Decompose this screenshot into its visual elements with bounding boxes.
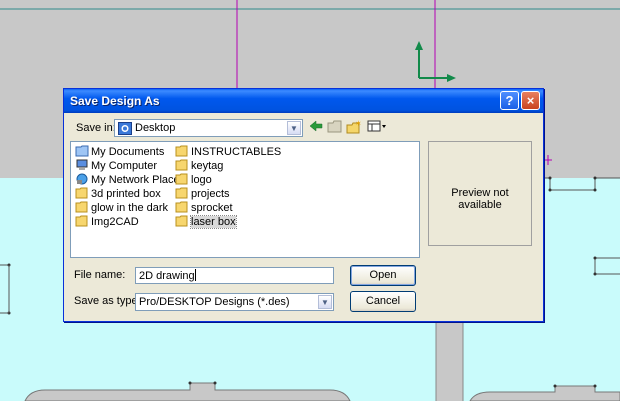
my-computer-icon — [76, 159, 88, 170]
file-name-input[interactable]: 2D drawing — [135, 267, 334, 284]
list-item-label: projects — [191, 188, 230, 200]
list-item[interactable]: sprocket — [175, 201, 233, 215]
cancel-button[interactable]: Cancel — [350, 291, 416, 312]
list-item-label: logo — [191, 174, 212, 186]
list-item[interactable]: glow in the dark — [75, 201, 168, 215]
up-folder-icon[interactable] — [326, 120, 344, 136]
folder-icon — [175, 145, 188, 157]
preview-text: Preview not available — [451, 187, 509, 211]
folder-icon — [75, 215, 88, 227]
list-item-label: My Network Places — [91, 174, 186, 186]
list-item[interactable]: Img2CAD — [75, 215, 139, 229]
list-item[interactable]: logo — [175, 173, 212, 187]
list-item-label: INSTRUCTABLES — [191, 146, 282, 158]
folder-icon — [75, 201, 88, 213]
new-folder-icon[interactable]: ✶ — [345, 119, 363, 136]
my-documents-icon — [75, 145, 89, 157]
list-item-label: keytag — [191, 160, 224, 172]
list-item-label: sprocket — [191, 202, 233, 214]
open-button[interactable]: Open — [350, 265, 416, 286]
save-in-value: Desktop — [135, 122, 176, 134]
list-item-label: 3d printed box — [91, 188, 161, 200]
preview-pane: Preview not available — [428, 141, 532, 246]
save-as-type-label: Save as type: — [74, 295, 141, 307]
list-item[interactable]: My Documents — [75, 145, 164, 159]
folder-icon — [175, 187, 188, 199]
dialog-title: Save Design As — [70, 94, 160, 108]
list-item-label: Img2CAD — [91, 216, 139, 228]
folder-icon — [75, 187, 88, 199]
save-as-type-value: Pro/DESKTOP Designs (*.des) — [139, 296, 290, 308]
folder-icon — [175, 159, 188, 171]
text-caret — [194, 269, 196, 281]
folder-icon — [175, 173, 188, 185]
save-in-label: Save in: — [76, 122, 116, 134]
list-item-label: laser box — [190, 215, 237, 229]
list-item[interactable]: INSTRUCTABLES — [175, 145, 281, 159]
file-name-value: 2D drawing — [139, 270, 195, 282]
list-item-label: glow in the dark — [91, 202, 169, 214]
list-item[interactable]: My Network Places — [75, 173, 185, 187]
folder-icon — [175, 215, 188, 227]
desktop-icon — [118, 122, 132, 138]
list-item[interactable]: projects — [175, 187, 230, 201]
chevron-down-icon[interactable]: ▼ — [318, 295, 332, 309]
help-button[interactable]: ? — [500, 91, 519, 110]
svg-text:✶: ✶ — [355, 120, 362, 128]
save-design-dialog: Save Design As ? × Save in: Desktop ▼ ✶ … — [63, 88, 544, 322]
back-arrow-icon[interactable] — [307, 120, 325, 136]
list-item[interactable]: My Computer — [75, 159, 157, 173]
file-list[interactable]: My Documents My Computer My Network Plac… — [70, 141, 420, 258]
folder-icon — [175, 201, 188, 213]
network-places-icon — [76, 173, 88, 185]
save-as-type-dropdown[interactable]: Pro/DESKTOP Designs (*.des) ▼ — [135, 293, 334, 311]
chevron-down-icon[interactable]: ▼ — [287, 121, 301, 135]
list-item-selected[interactable]: laser box — [175, 215, 237, 229]
file-name-label: File name: — [74, 269, 126, 281]
list-item-label: My Computer — [91, 160, 158, 172]
list-item[interactable]: keytag — [175, 159, 223, 173]
dialog-titlebar[interactable]: Save Design As ? × — [64, 89, 543, 113]
close-button[interactable]: × — [521, 91, 540, 110]
save-in-dropdown[interactable]: Desktop ▼ — [114, 119, 303, 137]
list-item-label: My Documents — [91, 146, 165, 158]
list-item[interactable]: 3d printed box — [75, 187, 161, 201]
views-menu-icon[interactable] — [366, 120, 388, 136]
